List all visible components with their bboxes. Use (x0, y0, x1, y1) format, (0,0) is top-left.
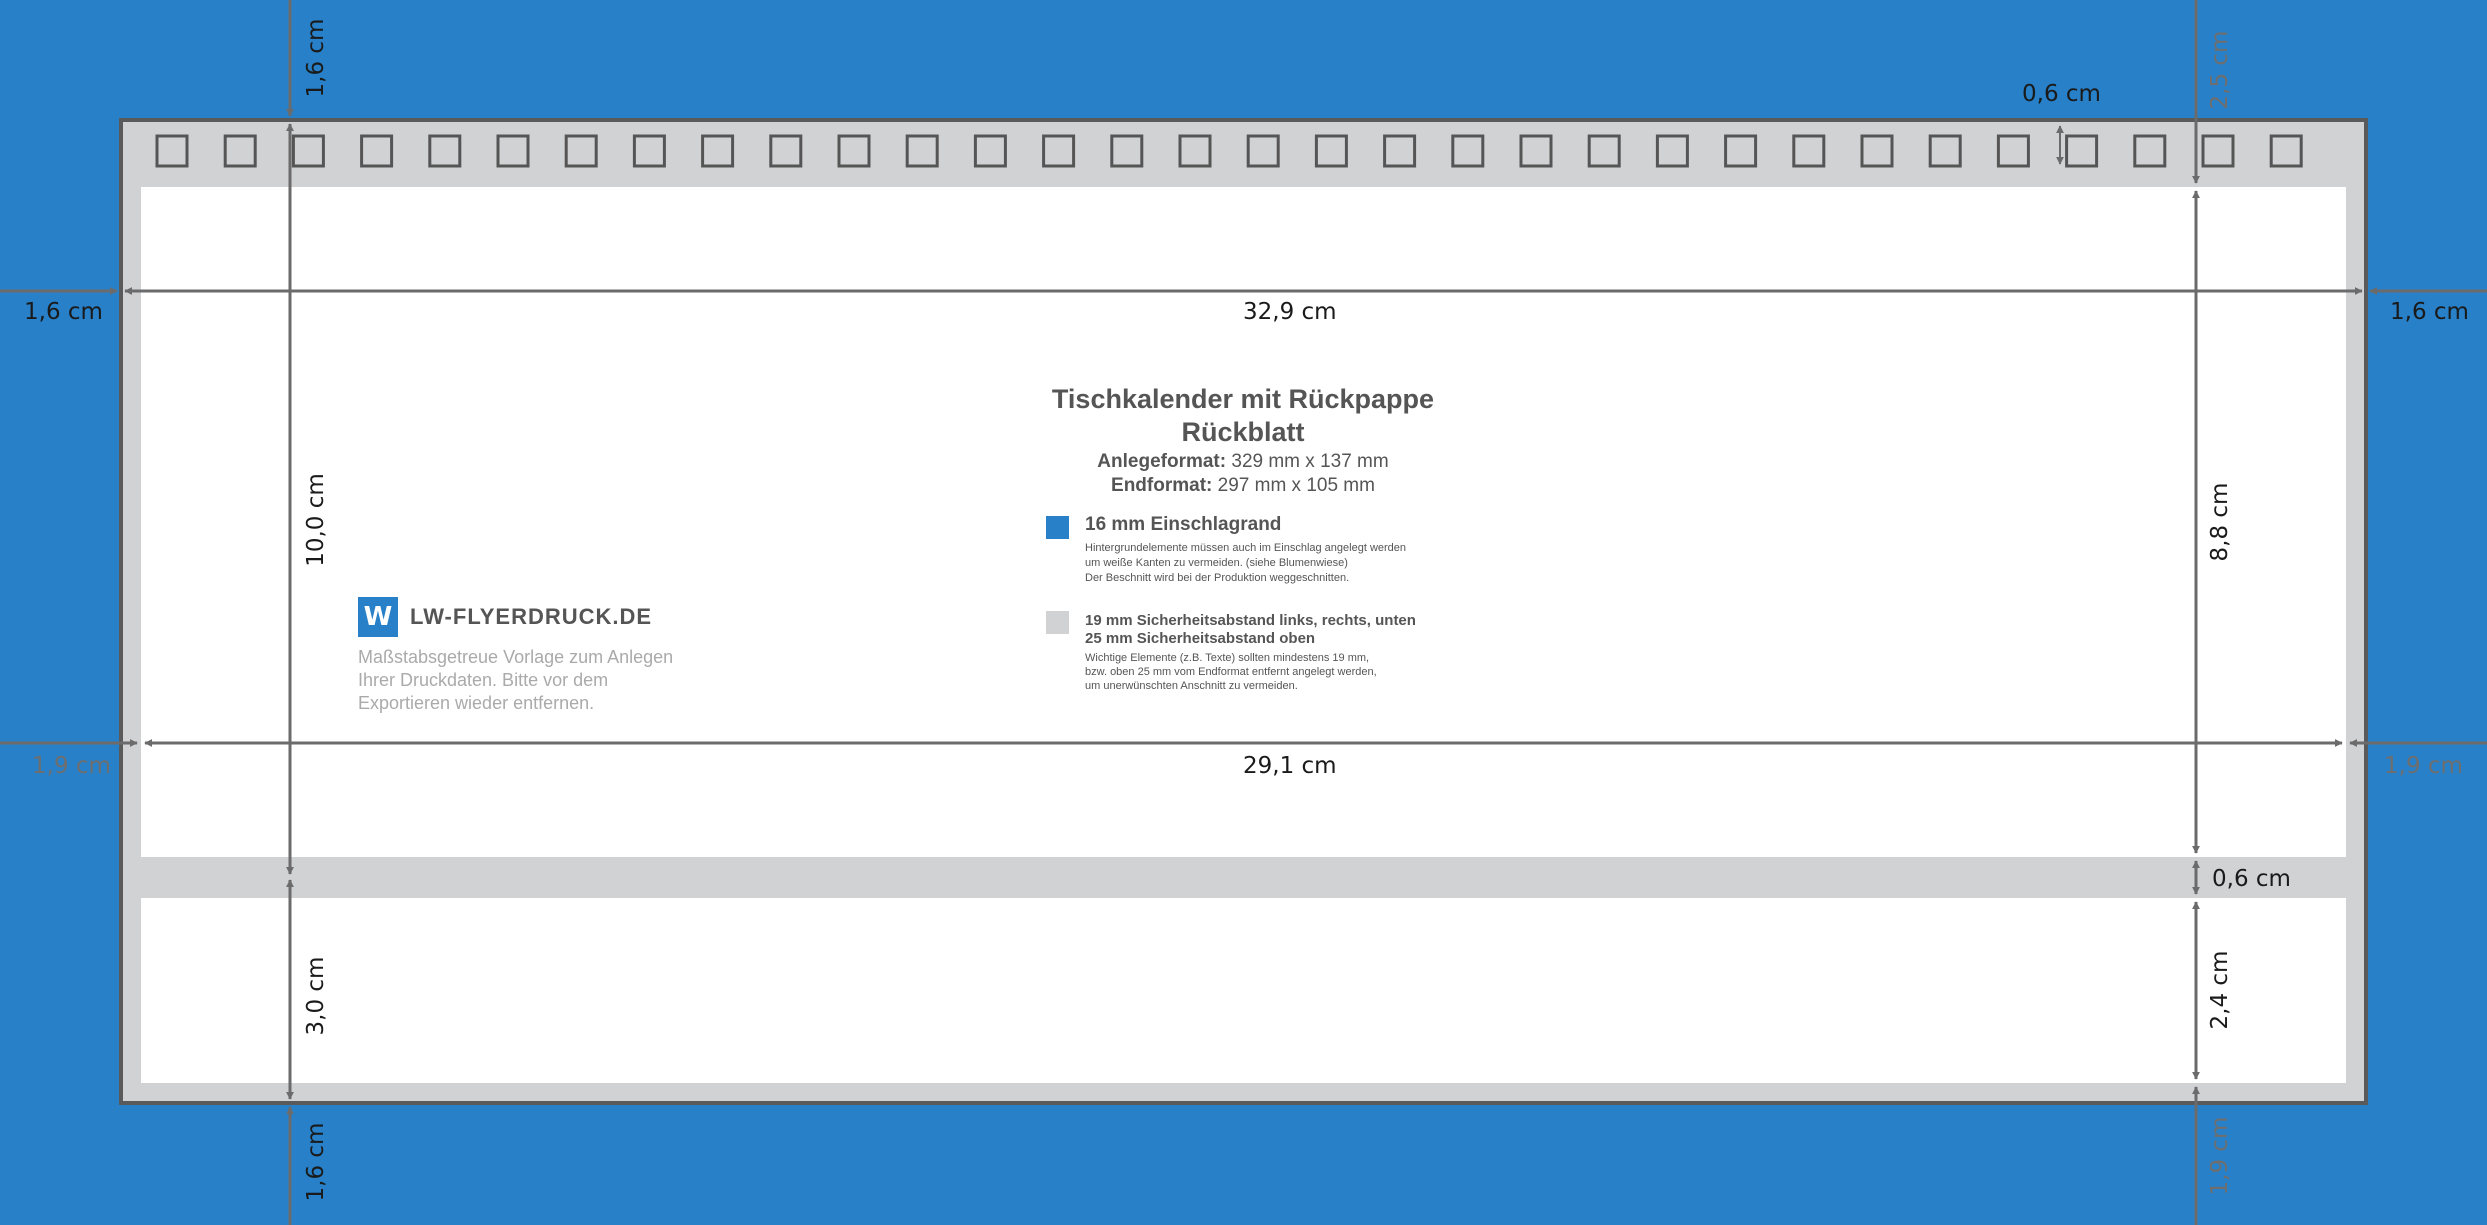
label-right-outer: 1,6 cm (2390, 299, 2469, 325)
legend-grey-line-2: bzw. oben 25 mm vom Endformat entfernt a… (1085, 666, 1377, 678)
lower-safe-area (141, 898, 2346, 1083)
legend-blue-line-3: Der Beschnitt wird bei der Produktion we… (1085, 572, 1350, 584)
label-lower-panel: 2,4 cm (2207, 950, 2233, 1030)
anlegeformat-value: 329 mm x 137 mm (1231, 451, 1389, 472)
label-top-left: 1,6 cm (303, 18, 329, 98)
brand-note: Maßstabsgetreue Vorlage zum Anlegen Ihre… (358, 647, 674, 713)
endformat-line: Endformat: 297 mm x 105 mm (1111, 475, 1375, 497)
label-base-height: 3,0 cm (303, 956, 329, 1036)
label-total-width: 32,9 cm (1243, 299, 1337, 325)
legend-grey-title-1: 19 mm Sicherheitsabstand links, rechts, … (1085, 612, 1416, 629)
legend-blue-line-1: Hintergrundelemente müssen auch im Einsc… (1085, 542, 1407, 554)
info-title-line1: Tischkalender mit Rückpappe (1051, 384, 1435, 414)
legend-swatch-blue (1046, 516, 1069, 539)
label-left-outer: 1,6 cm (24, 299, 103, 325)
label-left-inner: 1,9 cm (32, 753, 111, 779)
label-fold-gap: 0,6 cm (2212, 866, 2291, 892)
anlegeformat-label: Anlegeformat: (1097, 451, 1227, 472)
endformat-value: 297 mm x 105 mm (1217, 475, 1375, 496)
logo-mark-icon: W (363, 602, 393, 632)
label-main-height: 10,0 cm (303, 473, 329, 567)
label-right-inner: 1,9 cm (2384, 753, 2463, 779)
label-bottom-left: 1,6 cm (303, 1122, 329, 1202)
label-upper-panel: 8,8 cm (2207, 482, 2233, 562)
legend-grey-line-3: um unerwünschten Anschnitt zu vermeiden. (1085, 680, 1298, 692)
legend-grey-line-1: Wichtige Elemente (z.B. Texte) sollten m… (1085, 652, 1370, 664)
brand-name: LW-FLYERDRUCK.DE (410, 604, 653, 629)
legend-grey-title-2: 25 mm Sicherheitsabstand oben (1085, 630, 1316, 647)
legend-blue-title: 16 mm Einschlagrand (1085, 514, 1282, 535)
brand-logo: W (358, 597, 398, 637)
legend-swatch-grey (1046, 611, 1069, 634)
label-top-right: 2,5 cm (2207, 30, 2233, 110)
label-hole-height: 0,6 cm (2022, 81, 2101, 107)
template-canvas: 32,9 cm 29,1 cm 1,6 cm 1,6 cm 1,9 cm 1,9… (0, 0, 2487, 1225)
label-inner-width: 29,1 cm (1243, 753, 1337, 779)
endformat-label: Endformat: (1111, 475, 1213, 496)
legend-blue-line-2: um weiße Kanten zu vermeiden. (siehe Blu… (1085, 557, 1348, 569)
info-title-line2: Rückblatt (1181, 417, 1305, 447)
anlegeformat-line: Anlegeformat: 329 mm x 137 mm (1097, 451, 1388, 473)
label-bottom-right: 1,9 cm (2207, 1116, 2233, 1196)
